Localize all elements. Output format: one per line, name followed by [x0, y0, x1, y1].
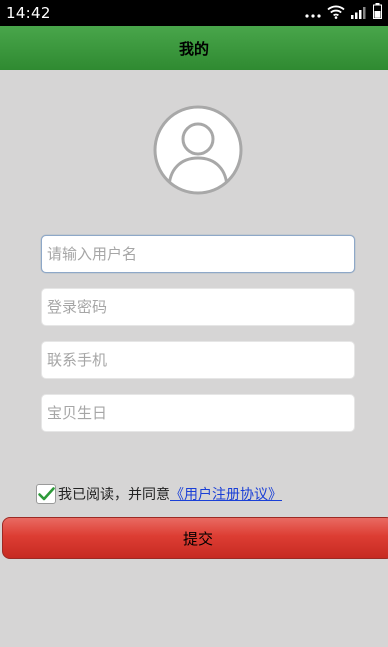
battery-icon [373, 3, 382, 23]
agree-checkbox[interactable] [36, 484, 56, 504]
page-title: 我的 [178, 39, 209, 58]
user-avatar-icon[interactable] [153, 105, 243, 195]
dots-icon [305, 4, 321, 23]
submit-label: 提交 [182, 529, 213, 548]
agreement-text: 我已阅读，并同意 [58, 487, 170, 503]
agreement-row: 我已阅读，并同意 《用户注册协议》 [36, 482, 282, 506]
password-input[interactable] [41, 288, 355, 326]
checkmark-icon [38, 487, 55, 501]
signal-icon [351, 4, 367, 23]
agreement-link[interactable]: 《用户注册协议》 [170, 484, 282, 504]
submit-button[interactable]: 提交 [2, 517, 388, 559]
app-bar: 我的 [0, 26, 388, 70]
birthday-input[interactable] [41, 394, 355, 432]
wifi-icon [327, 4, 345, 23]
status-time: 14:42 [6, 4, 51, 22]
status-icons [305, 3, 382, 23]
status-bar: 14:42 [0, 0, 388, 26]
username-input[interactable] [41, 235, 355, 273]
phone-input[interactable] [41, 341, 355, 379]
